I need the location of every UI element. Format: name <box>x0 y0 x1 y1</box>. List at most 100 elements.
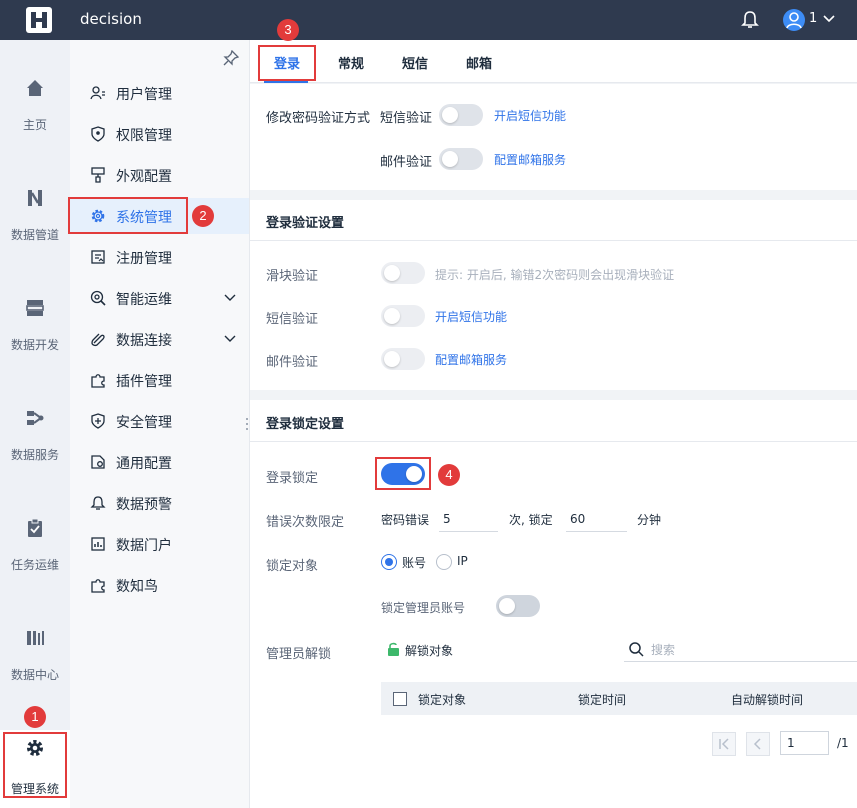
tab-sms[interactable]: 短信 <box>402 53 428 72</box>
rail-item-service[interactable]: 数据服务 <box>0 408 70 498</box>
sidebar-item-portal[interactable]: 数据门户 <box>70 526 249 562</box>
user-name[interactable]: 1 <box>809 11 817 26</box>
rail-item-pipeline[interactable]: 数据管道 <box>0 188 70 278</box>
home-icon <box>27 80 43 96</box>
radio-account-label[interactable]: 账号 <box>402 554 426 571</box>
highlight-box-2 <box>68 197 188 234</box>
avatar[interactable] <box>783 9 805 31</box>
config-icon <box>91 455 105 469</box>
brush-icon <box>91 167 105 183</box>
nav-label: 安全管理 <box>116 415 172 431</box>
slider-verify-hint: 提示: 开启后, 输错2次密码则会出现滑块验证 <box>435 268 675 282</box>
rail-item-task[interactable]: 任务运维 <box>0 518 70 608</box>
radio-ip-label[interactable]: IP <box>457 554 468 568</box>
sidebar-item-users[interactable]: 用户管理 <box>70 75 249 111</box>
admin-unlock-label: 管理员解锁 <box>266 647 332 662</box>
ops-icon <box>90 290 106 306</box>
unlock-button[interactable]: 解锁对象 <box>405 642 453 659</box>
nav-label: 外观配置 <box>116 169 172 185</box>
login-mail-switch[interactable] <box>381 348 425 370</box>
datacenter-icon <box>27 631 44 645</box>
error-count-input[interactable] <box>439 506 498 532</box>
chevron-down-icon[interactable] <box>822 14 836 24</box>
first-page-button[interactable] <box>712 732 736 756</box>
nav-label: 数据门户 <box>116 538 172 554</box>
sidebar-item-bird[interactable]: 数知鸟 <box>70 567 249 603</box>
error-prefix: 密码错误 <box>381 513 430 527</box>
chevron-down-icon[interactable] <box>223 334 237 344</box>
sub-nav: 用户管理 权限管理 外观配置 系统管理 注册管理 智能运维 数据连接 插件管理 … <box>70 40 250 808</box>
tab-underline <box>264 81 308 83</box>
highlight-box-1 <box>3 732 67 798</box>
pw-sms-switch[interactable] <box>439 104 483 126</box>
highlight-box-4 <box>375 457 431 490</box>
rail-item-dev[interactable]: 数据开发 <box>0 298 70 388</box>
admin-lock-label: 锁定管理员账号 <box>381 601 466 615</box>
sidebar-item-permissions[interactable]: 权限管理 <box>70 116 249 152</box>
page-number-input[interactable] <box>780 731 829 755</box>
nav-label: 数据预警 <box>116 497 172 513</box>
error-limit-label: 错误次数限定 <box>266 515 345 530</box>
divider <box>250 240 857 241</box>
select-all-checkbox[interactable] <box>393 692 407 706</box>
tab-general[interactable]: 常规 <box>338 53 364 72</box>
chevron-down-icon[interactable] <box>223 293 237 303</box>
lock-minutes-input[interactable] <box>566 506 627 532</box>
page-total: /1 <box>837 736 849 750</box>
register-icon <box>91 250 105 264</box>
sidebar-item-register[interactable]: 注册管理 <box>70 239 249 275</box>
portal-icon <box>91 537 105 551</box>
dev-icon <box>26 300 44 316</box>
slider-verify-switch[interactable] <box>381 262 425 284</box>
admin-lock-switch[interactable] <box>496 595 540 617</box>
prev-page-button[interactable] <box>746 732 770 756</box>
sidebar-item-ops[interactable]: 智能运维 <box>70 280 249 316</box>
pin-icon[interactable] <box>223 50 239 66</box>
unlock-icon[interactable] <box>387 642 400 656</box>
tab-mail[interactable]: 邮箱 <box>466 53 492 72</box>
pw-mail-link[interactable]: 配置邮箱服务 <box>494 151 566 168</box>
step-badge-2: 2 <box>192 205 214 227</box>
sidebar-item-general[interactable]: 通用配置 <box>70 444 249 480</box>
rail-item-home[interactable]: 主页 <box>0 78 70 168</box>
login-sms-switch[interactable] <box>381 305 425 327</box>
rail-item-label: 主页 <box>22 118 47 132</box>
search-icon <box>629 642 644 657</box>
radio-account[interactable] <box>381 554 397 570</box>
first-page-icon <box>719 738 729 750</box>
radio-ip[interactable] <box>436 554 452 570</box>
top-bar: decision 1 <box>0 0 857 40</box>
left-rail: 主页 数据管道 数据开发 数据服务 任务运维 数据中心 管理系统 <box>0 40 70 808</box>
sidebar-item-plugins[interactable]: 插件管理 <box>70 362 249 398</box>
nav-label: 插件管理 <box>116 374 172 390</box>
pipeline-icon <box>28 190 42 206</box>
sidebar-item-alerts[interactable]: 数据预警 <box>70 485 249 521</box>
slider-verify-label: 滑块验证 <box>266 269 319 284</box>
login-mail-link[interactable]: 配置邮箱服务 <box>435 351 507 368</box>
nav-label: 权限管理 <box>116 128 172 144</box>
sidebar-item-security[interactable]: 安全管理 <box>70 403 249 439</box>
link-icon <box>91 333 105 347</box>
pw-mail-switch[interactable] <box>439 148 483 170</box>
lock-target-label: 锁定对象 <box>266 559 319 574</box>
error-mid: 次, 锁定 <box>509 513 553 527</box>
pw-sms-link[interactable]: 开启短信功能 <box>494 107 566 124</box>
bell-icon[interactable] <box>741 10 759 30</box>
sidebar-item-connections[interactable]: 数据连接 <box>70 321 249 357</box>
th-auto-unlock-time: 自动解锁时间 <box>731 693 804 707</box>
sidebar-item-appearance[interactable]: 外观配置 <box>70 157 249 193</box>
table-header: 锁定对象 锁定时间 自动解锁时间 <box>381 682 857 715</box>
rail-item-datacenter[interactable]: 数据中心 <box>0 628 70 718</box>
nav-label: 智能运维 <box>116 292 172 308</box>
tab-bar: 登录 常规 短信 邮箱 <box>250 40 857 83</box>
step-badge-4: 4 <box>438 464 460 486</box>
login-sms-link[interactable]: 开启短信功能 <box>435 308 507 325</box>
nav-label: 通用配置 <box>116 456 172 472</box>
app-title: decision <box>80 10 142 28</box>
nav-label: 用户管理 <box>116 87 172 103</box>
search-input[interactable]: 搜索 <box>624 636 857 662</box>
security-icon <box>91 413 105 429</box>
bird-icon <box>91 579 105 593</box>
th-lock-target: 锁定对象 <box>418 693 467 707</box>
login-lock-label: 登录锁定 <box>266 471 319 486</box>
